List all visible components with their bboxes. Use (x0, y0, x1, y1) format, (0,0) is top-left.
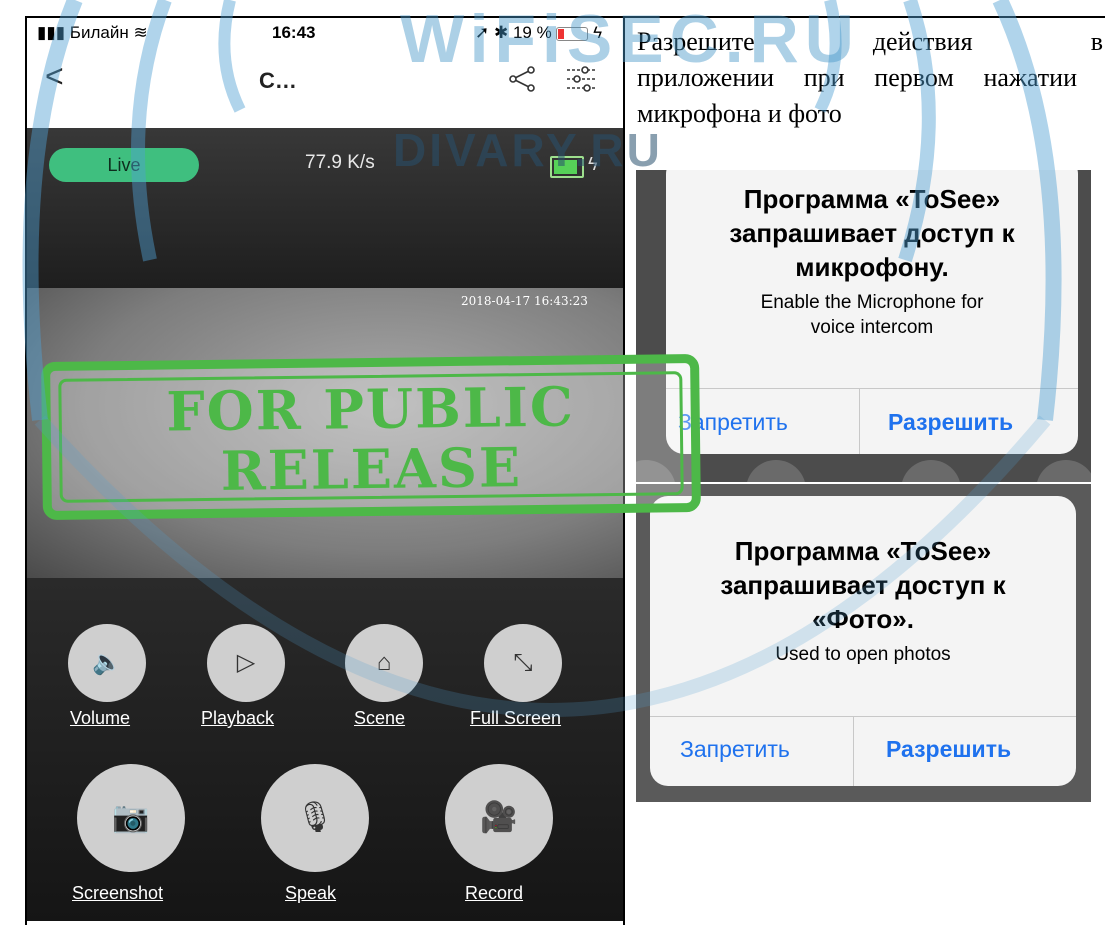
volume-button[interactable]: 🔈 (68, 624, 146, 702)
play-icon: ▷ (236, 649, 256, 676)
photo-permission-screenshot: Программа «ToSee» запрашивает доступ к «… (636, 484, 1091, 802)
expand-icon: ⤡ (513, 649, 533, 676)
background-button (1036, 460, 1091, 482)
share-icon[interactable] (507, 64, 537, 99)
desc-word-1: Разрешите (637, 27, 755, 56)
dialog-title: Программа «ToSee» запрашивает доступ к м… (729, 184, 1015, 282)
dialog-separator (666, 388, 1078, 389)
device-title: C… (259, 68, 297, 93)
allow-button[interactable]: Разрешить (886, 736, 1011, 763)
status-bar: ▮▮▮ Билайн ≋ 16:43 ➚ ✱ 19 % ϟ (27, 18, 623, 48)
status-time: 16:43 (272, 23, 316, 42)
mic-permission-dialog: Программа «ToSee» запрашивает доступ к м… (666, 170, 1078, 454)
dialog-title: Программа «ToSee» запрашивает доступ к «… (720, 536, 1006, 634)
video-camera-icon: 🎥 (480, 801, 518, 834)
volume-label[interactable]: Volume (70, 708, 130, 729)
dialog-button-separator (859, 388, 860, 454)
screenshot-button[interactable]: 📷 (77, 764, 185, 872)
speak-label[interactable]: Speak (285, 883, 336, 904)
deny-button[interactable]: Запретить (680, 736, 790, 763)
mic-permission-screenshot: Программа «ToSee» запрашивает доступ к м… (636, 170, 1091, 482)
carrier-label: ▮▮▮ Билайн ≋ (37, 23, 148, 42)
nav-bar: < C… (27, 48, 623, 128)
dialog-separator (650, 716, 1076, 717)
instruction-text: Разрешите действия в приложении при первом… (637, 24, 1103, 132)
microphone-icon: 🎙 (295, 801, 335, 834)
background-button (901, 460, 961, 482)
stream-speed: 77.9 K/s (305, 152, 375, 173)
screenshot-label[interactable]: Screenshot (72, 883, 163, 904)
dialog-message: Enable the Microphone for voice intercom (760, 292, 984, 338)
scene-button[interactable]: ⌂ (345, 624, 423, 702)
scene-label[interactable]: Scene (354, 708, 405, 729)
volume-icon: 🔈 (92, 649, 122, 676)
fullscreen-label[interactable]: Full Screen (470, 708, 561, 729)
desc-word-3: в (1090, 27, 1103, 56)
desc-rest: приложении при первом нажатии микрофона … (637, 63, 1077, 128)
video-timestamp: 2018-04-17 16:43:23 (461, 294, 588, 308)
for-public-release-stamp: FOR PUBLIC RELEASE (41, 353, 701, 521)
dialog-message: Used to open photos (775, 644, 951, 665)
background-button (746, 460, 806, 482)
record-button[interactable]: 🎥 (445, 764, 553, 872)
playback-label[interactable]: Playback (201, 708, 274, 729)
live-badge: Live (49, 148, 199, 182)
stamp-line-2: RELEASE (220, 435, 523, 503)
camera-icon: 📷 (112, 801, 150, 834)
allow-button[interactable]: Разрешить (888, 409, 1013, 436)
back-button[interactable]: < (45, 58, 64, 95)
playback-button[interactable]: ▷ (207, 624, 285, 702)
fullscreen-button[interactable]: ⤡ (484, 624, 562, 702)
settings-sliders-icon[interactable] (565, 64, 599, 99)
speak-button[interactable]: 🎙 (261, 764, 369, 872)
home-icon: ⌂ (376, 649, 392, 676)
desc-word-2: действия (872, 27, 973, 56)
dialog-button-separator (853, 716, 854, 786)
status-battery: ➚ ✱ 19 % ϟ (475, 23, 603, 42)
record-label[interactable]: Record (465, 883, 523, 904)
camera-battery-icon: ϟ (550, 154, 598, 178)
photo-permission-dialog: Программа «ToSee» запрашивает доступ к «… (650, 496, 1076, 786)
